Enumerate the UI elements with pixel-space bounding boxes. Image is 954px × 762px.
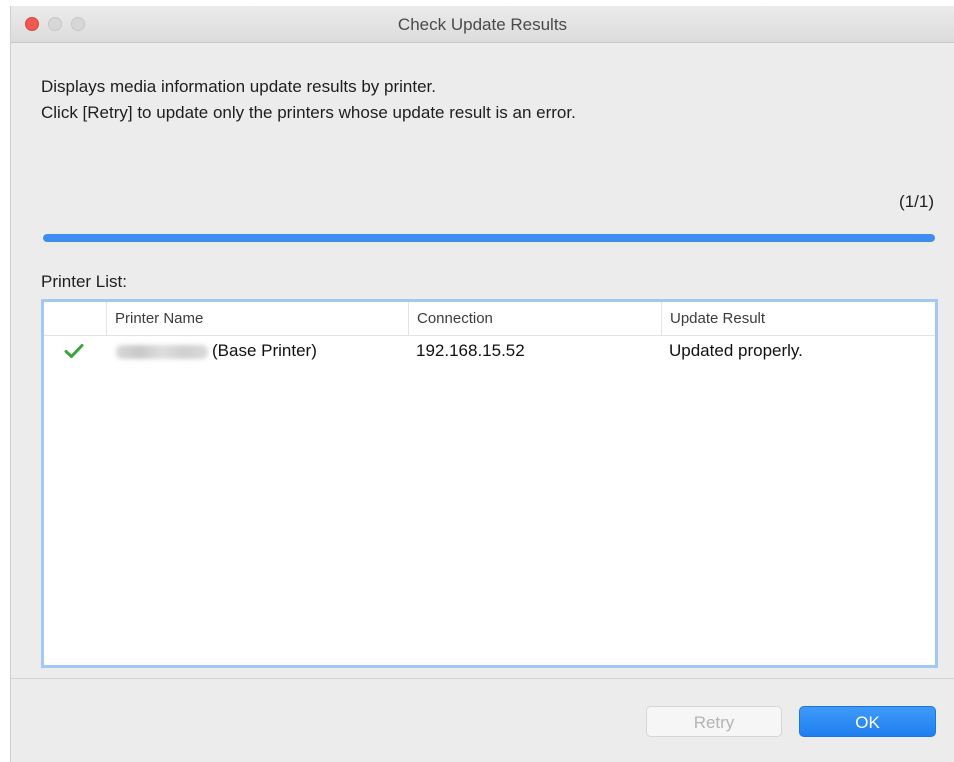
footer-divider — [11, 678, 954, 679]
column-header-status[interactable] — [44, 302, 106, 335]
printer-list-table[interactable]: Printer Name Connection Update Result (B… — [41, 299, 938, 668]
window-title: Check Update Results — [397, 15, 568, 34]
retry-button[interactable]: Retry — [646, 706, 782, 737]
description: Displays media information update result… — [41, 74, 576, 126]
check-update-results-window: Check Update Results Displays media info… — [10, 6, 954, 762]
column-header-connection[interactable]: Connection — [408, 302, 661, 335]
title-bar[interactable]: Check Update Results — [11, 6, 954, 43]
description-line-2: Click [Retry] to update only the printer… — [41, 103, 576, 122]
progress-counter: (1/1) — [899, 192, 934, 211]
table-header: Printer Name Connection Update Result — [44, 302, 935, 336]
printer-list-label: Printer List: — [41, 272, 127, 291]
ok-button[interactable]: OK — [799, 706, 936, 737]
progress-bar — [43, 234, 935, 242]
column-header-update-result[interactable]: Update Result — [661, 302, 933, 335]
printer-name-cell: (Base Printer) — [116, 336, 317, 366]
table-row[interactable]: (Base Printer) 192.168.15.52 Updated pro… — [44, 336, 935, 366]
progress-bar-fill — [43, 234, 935, 242]
connection-cell: 192.168.15.52 — [416, 341, 525, 360]
check-icon — [64, 344, 84, 358]
printer-name-suffix: (Base Printer) — [212, 341, 317, 360]
column-header-printer-name[interactable]: Printer Name — [106, 302, 408, 335]
update-result-cell: Updated properly. — [669, 341, 803, 360]
description-line-1: Displays media information update result… — [41, 77, 436, 96]
redacted-printer-model — [116, 344, 208, 359]
